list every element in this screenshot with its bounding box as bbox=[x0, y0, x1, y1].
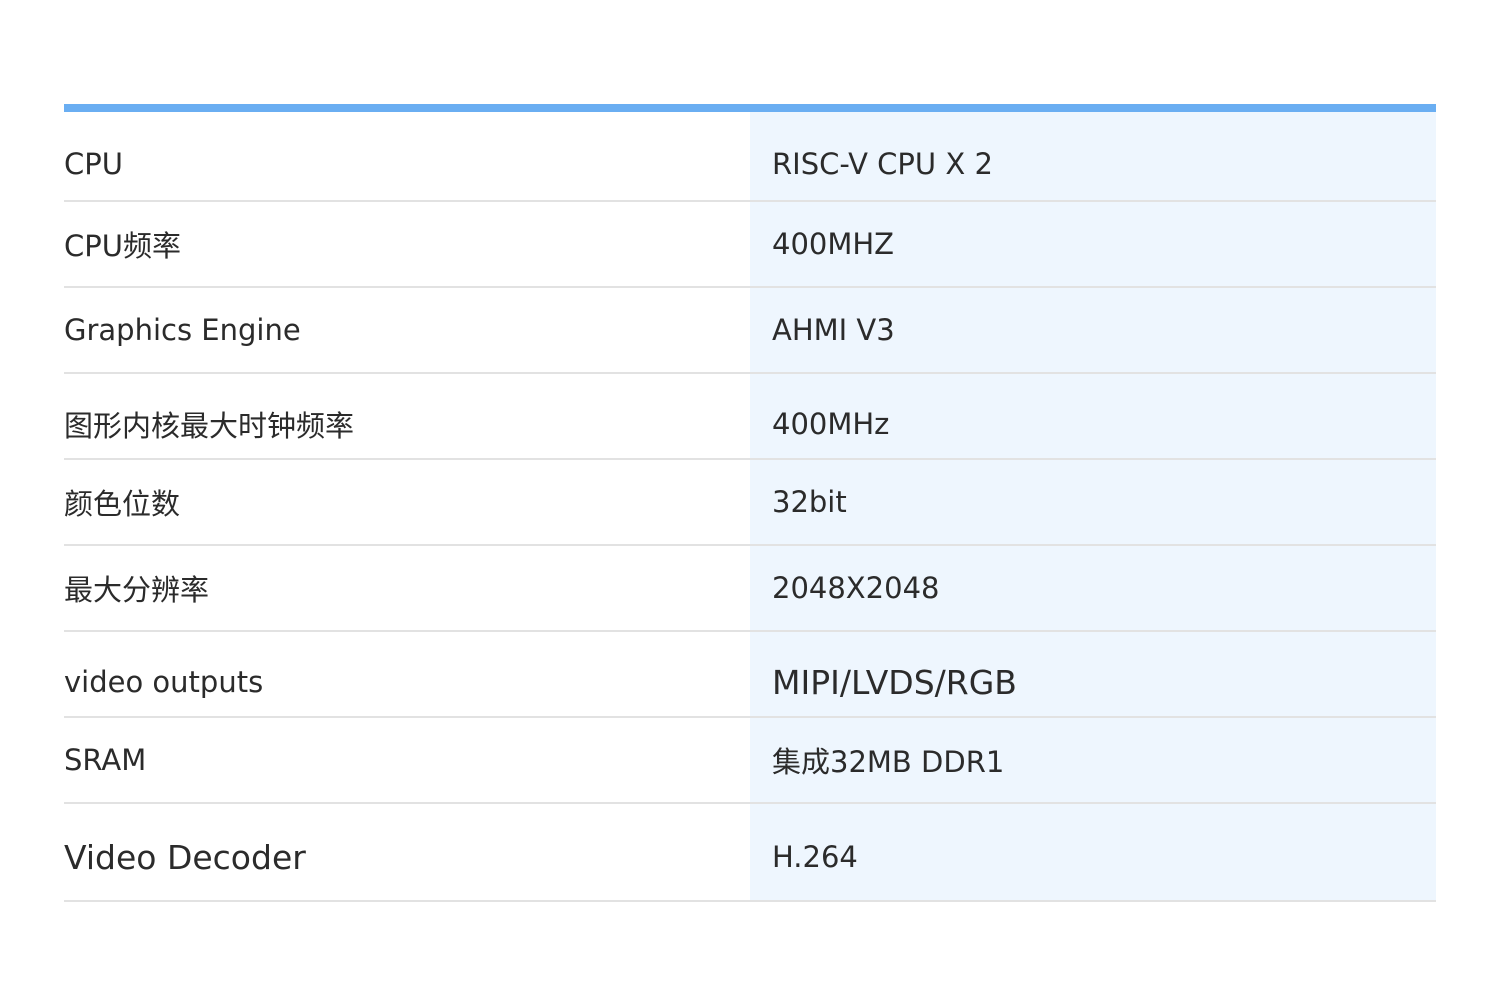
table-row: CPU RISC-V CPU X 2 bbox=[64, 112, 1436, 202]
spec-value: MIPI/LVDS/RGB bbox=[750, 632, 1436, 716]
table-row: video outputs MIPI/LVDS/RGB bbox=[64, 632, 1436, 718]
table-top-accent-bar bbox=[64, 104, 1436, 112]
spec-value: 2048X2048 bbox=[750, 546, 1436, 630]
table-row: Video Decoder H.264 bbox=[64, 804, 1436, 902]
spec-value: 32bit bbox=[750, 460, 1436, 544]
spec-label: 图形内核最大时钟频率 bbox=[64, 374, 750, 458]
spec-table: CPU RISC-V CPU X 2 CPU频率 400MHZ Graphics… bbox=[64, 104, 1436, 902]
spec-label: CPU bbox=[64, 112, 750, 200]
spec-label: SRAM bbox=[64, 718, 750, 802]
spec-label: 最大分辨率 bbox=[64, 546, 750, 630]
spec-value: 400MHZ bbox=[750, 202, 1436, 286]
spec-label: Graphics Engine bbox=[64, 288, 750, 372]
table-row: SRAM 集成32MB DDR1 bbox=[64, 718, 1436, 804]
spec-value: 集成32MB DDR1 bbox=[750, 718, 1436, 802]
table-row: 图形内核最大时钟频率 400MHz bbox=[64, 374, 1436, 460]
table-row: 最大分辨率 2048X2048 bbox=[64, 546, 1436, 632]
spec-label: CPU频率 bbox=[64, 202, 750, 286]
spec-value: H.264 bbox=[750, 804, 1436, 900]
table-row: Graphics Engine AHMI V3 bbox=[64, 288, 1436, 374]
spec-value: RISC-V CPU X 2 bbox=[750, 112, 1436, 200]
spec-label: 颜色位数 bbox=[64, 460, 750, 544]
spec-value: AHMI V3 bbox=[750, 288, 1436, 372]
table-row: 颜色位数 32bit bbox=[64, 460, 1436, 546]
spec-label: Video Decoder bbox=[64, 804, 750, 900]
table-row: CPU频率 400MHZ bbox=[64, 202, 1436, 288]
spec-value: 400MHz bbox=[750, 374, 1436, 458]
spec-label: video outputs bbox=[64, 632, 750, 716]
